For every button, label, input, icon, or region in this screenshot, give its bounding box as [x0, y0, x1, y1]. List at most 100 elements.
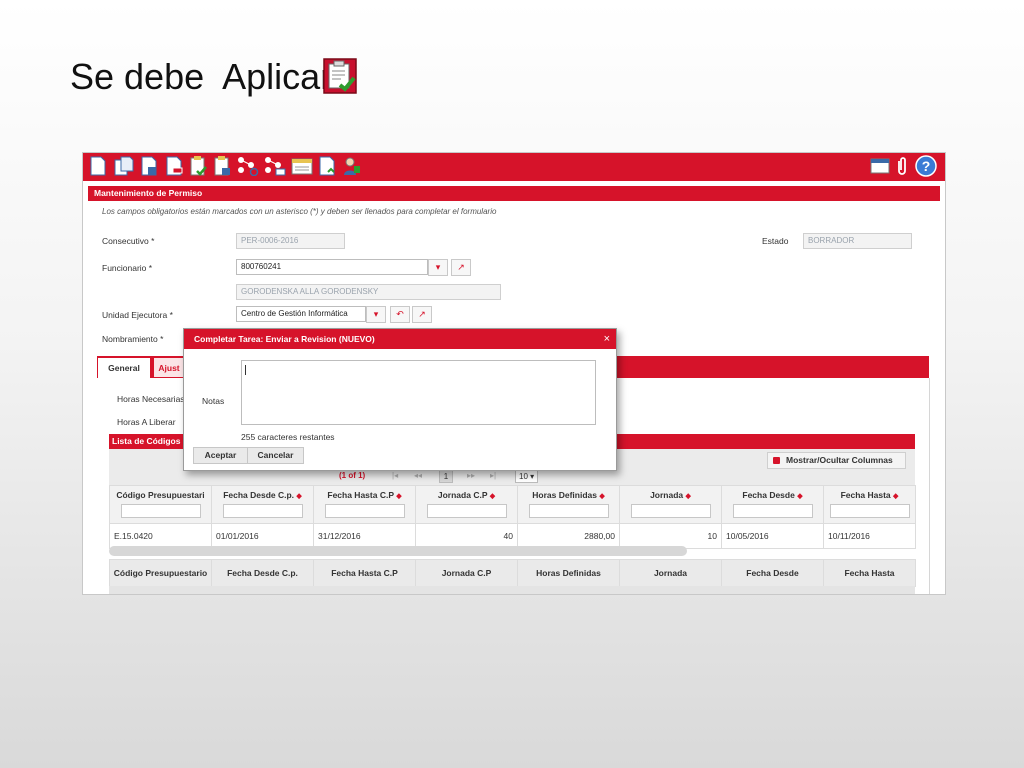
- notes-label: Notas: [202, 396, 225, 406]
- workflow-edit-icon[interactable]: [264, 156, 286, 176]
- caret-down-icon: ▾: [373, 309, 379, 319]
- column-header: Jornada: [619, 559, 722, 587]
- attachment-icon[interactable]: [895, 156, 909, 176]
- consecutivo-label: Consecutivo *: [102, 236, 155, 246]
- column-header: Fecha Desde: [721, 559, 824, 587]
- new-document-icon[interactable]: [89, 156, 107, 176]
- column-filter-input[interactable]: [630, 504, 711, 518]
- pager-info: (1 of 1): [339, 471, 366, 480]
- horizontal-scrollbar[interactable]: [109, 546, 687, 556]
- column-filter-input[interactable]: [426, 504, 507, 518]
- toggle-columns-label: Mostrar/Ocultar Columnas: [786, 455, 893, 465]
- approve-document-icon[interactable]: [189, 156, 207, 176]
- export-icon[interactable]: [318, 156, 336, 176]
- column-header: Jornada C.P: [415, 559, 518, 587]
- text-caret: [245, 365, 246, 375]
- copy-document-icon[interactable]: [113, 156, 135, 176]
- save-document-icon[interactable]: [140, 156, 158, 176]
- pager-prev-button[interactable]: ◂◂: [414, 471, 422, 480]
- table-cell: 40: [415, 523, 518, 549]
- table-cell: 10/05/2016: [721, 523, 824, 549]
- dialog-title: Completar Tarea: Enviar a Revision (NUEV…: [184, 329, 616, 349]
- content-border: [929, 378, 930, 594]
- table-cell: 10/11/2016: [823, 523, 916, 549]
- unidad-undo-button[interactable]: ↶: [390, 306, 410, 323]
- column-filter-input[interactable]: [222, 504, 303, 518]
- pager-first-button[interactable]: |◂: [392, 471, 398, 480]
- pager-next-button[interactable]: ▸▸: [467, 471, 475, 480]
- column-filter-input[interactable]: [528, 504, 609, 518]
- bottom-pager-bar: [109, 586, 915, 594]
- remaining-characters: 255 caracteres restantes: [241, 432, 335, 442]
- slide-title: Se debe Aplicar: [70, 56, 333, 97]
- unidad-dropdown-button[interactable]: ▾: [366, 306, 386, 323]
- funcionario-field[interactable]: 800760241: [236, 259, 428, 275]
- sort-icon: ◆: [685, 493, 691, 500]
- tab-general[interactable]: General: [97, 357, 151, 378]
- column-filter-input[interactable]: [829, 504, 910, 518]
- pager-page-1[interactable]: 1: [439, 470, 453, 483]
- pager-last-button[interactable]: ▸|: [490, 471, 496, 480]
- codes-table: Código Presupuestari Fecha Desde C.p. ◆ …: [109, 485, 916, 549]
- table-cell: 2880,00: [517, 523, 620, 549]
- external-link-icon: ↗: [418, 309, 426, 319]
- funcionario-label: Funcionario *: [102, 263, 153, 273]
- codes-table-footer: Código Presupuestario Fecha Desde C.p. F…: [109, 559, 916, 587]
- estado-label: Estado: [762, 236, 789, 246]
- complete-task-dialog: Completar Tarea: Enviar a Revision (NUEV…: [183, 328, 617, 471]
- column-header[interactable]: Jornada C.P ◆: [415, 485, 518, 524]
- external-link-icon: ↗: [457, 262, 465, 272]
- column-filter-input[interactable]: [120, 504, 201, 518]
- horas-liberar-label: Horas A Liberar: [117, 417, 176, 427]
- form-view-icon[interactable]: [291, 156, 313, 176]
- column-header: Fecha Hasta: [823, 559, 916, 587]
- sort-icon: ◆: [396, 493, 402, 500]
- consecutivo-field[interactable]: PER-0006-2016: [236, 233, 345, 249]
- table-row[interactable]: E.15.0420 01/01/2016 31/12/2016 40 2880,…: [109, 523, 916, 549]
- table-footer-row: Código Presupuestario Fecha Desde C.p. F…: [109, 559, 916, 587]
- column-header[interactable]: Fecha Hasta C.P ◆: [313, 485, 416, 524]
- column-header[interactable]: Fecha Desde C.p. ◆: [211, 485, 314, 524]
- column-header: Fecha Desde C.p.: [211, 559, 314, 587]
- nombramiento-label: Nombramiento *: [102, 334, 164, 344]
- sort-icon: ◆: [489, 493, 496, 500]
- undo-icon: ↶: [396, 309, 404, 319]
- main-toolbar: ?: [83, 153, 945, 181]
- table-cell: 31/12/2016: [313, 523, 416, 549]
- unidad-open-link-button[interactable]: ↗: [412, 306, 432, 323]
- toggle-columns-button[interactable]: Mostrar/Ocultar Columnas: [767, 452, 906, 469]
- column-header[interactable]: Fecha Desde ◆: [721, 485, 824, 524]
- help-icon[interactable]: ?: [915, 155, 937, 177]
- rows-per-page-select[interactable]: 10 ▾: [515, 470, 539, 483]
- form-instructions: Los campos obligatorios están marcados c…: [102, 207, 497, 216]
- column-header[interactable]: Jornada ◆: [619, 485, 722, 524]
- tab-ajustes[interactable]: Ajust: [153, 357, 185, 378]
- sort-icon: ◆: [893, 493, 899, 500]
- column-filter-input[interactable]: [324, 504, 405, 518]
- funcionario-open-link-button[interactable]: ↗: [451, 259, 471, 276]
- reject-document-icon[interactable]: [213, 156, 231, 176]
- funcionario-dropdown-button[interactable]: ▾: [428, 259, 448, 276]
- table-cell: E.15.0420: [109, 523, 212, 549]
- cancel-button[interactable]: Cancelar: [247, 447, 304, 464]
- window-icon[interactable]: [870, 156, 890, 176]
- column-header[interactable]: Horas Definidas ◆: [517, 485, 620, 524]
- column-header: Código Presupuestario: [109, 559, 212, 587]
- user-assign-icon[interactable]: [343, 156, 361, 176]
- column-header: Horas Definidas: [517, 559, 620, 587]
- svg-text:?: ?: [922, 158, 931, 174]
- column-header[interactable]: Código Presupuestari: [109, 485, 212, 524]
- close-icon[interactable]: ×: [604, 329, 610, 349]
- column-header[interactable]: Fecha Hasta ◆: [823, 485, 916, 524]
- section-header: Mantenimiento de Permiso: [88, 186, 940, 201]
- delete-document-icon[interactable]: [165, 156, 183, 176]
- workflow-icon[interactable]: [237, 156, 259, 176]
- sort-icon: ◆: [599, 493, 605, 500]
- column-filter-input[interactable]: [732, 504, 813, 518]
- funcionario-name-field: GORODENSKA ALLA GORODENSKY: [236, 284, 501, 300]
- unidad-ejecutora-label: Unidad Ejecutora *: [102, 310, 173, 320]
- unidad-ejecutora-field[interactable]: Centro de Gestión Informática: [236, 306, 366, 322]
- estado-field[interactable]: BORRADOR: [803, 233, 912, 249]
- notes-textarea[interactable]: [241, 360, 596, 425]
- accept-button[interactable]: Aceptar: [193, 447, 248, 464]
